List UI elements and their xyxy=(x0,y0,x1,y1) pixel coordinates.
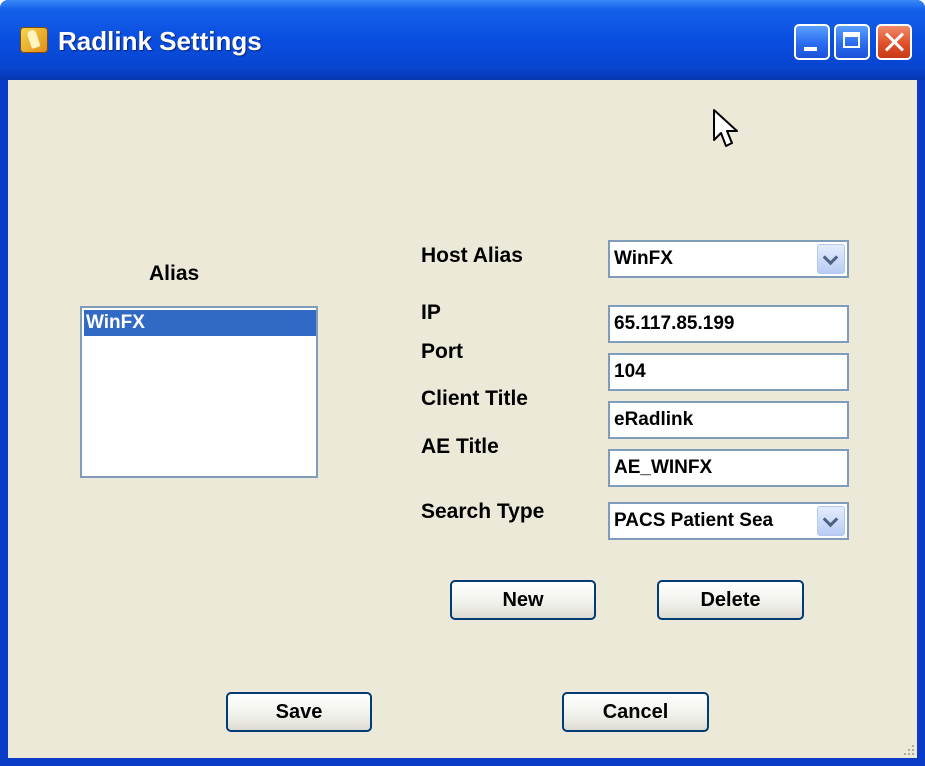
client-title-label: Client Title xyxy=(421,387,528,410)
port-field[interactable]: 104 xyxy=(608,353,849,391)
ip-field[interactable]: 65.117.85.199 xyxy=(608,305,849,343)
delete-button[interactable]: Delete xyxy=(657,580,804,620)
search-type-value: PACS Patient Sea xyxy=(614,510,774,531)
ae-title-field[interactable]: AE_WINFX xyxy=(608,449,849,487)
save-button[interactable]: Save xyxy=(226,692,372,732)
new-button[interactable]: New xyxy=(450,580,596,620)
chevron-down-icon[interactable] xyxy=(817,244,845,274)
close-button[interactable] xyxy=(876,24,912,60)
alias-list-item-selected[interactable]: WinFX xyxy=(84,310,316,336)
search-type-label: Search Type xyxy=(421,500,545,523)
maximize-button[interactable] xyxy=(834,24,870,60)
title-bar[interactable]: Radlink Settings xyxy=(0,0,925,80)
radlink-settings-window: Radlink Settings Alias WinFX Host Alias … xyxy=(0,0,925,766)
host-alias-value: WinFX xyxy=(614,248,673,269)
port-label: Port xyxy=(421,340,463,363)
minimize-button[interactable] xyxy=(794,24,830,60)
alias-label: Alias xyxy=(149,262,200,285)
alias-list[interactable]: WinFX xyxy=(80,306,318,478)
resize-grip-icon[interactable] xyxy=(901,742,915,756)
cancel-button[interactable]: Cancel xyxy=(562,692,709,732)
ip-label: IP xyxy=(421,301,441,324)
host-alias-label: Host Alias xyxy=(421,244,523,267)
client-title-field[interactable]: eRadlink xyxy=(608,401,849,439)
settings-panel: Alias WinFX Host Alias WinFX IP 65.117.8… xyxy=(8,80,917,758)
search-type-combo[interactable]: PACS Patient Sea xyxy=(608,502,849,540)
window-title: Radlink Settings xyxy=(58,26,262,56)
chevron-down-icon[interactable] xyxy=(817,506,845,536)
host-alias-combo[interactable]: WinFX xyxy=(608,240,849,278)
ae-title-label: AE Title xyxy=(421,435,499,458)
mouse-pointer-icon xyxy=(713,109,738,147)
radlink-hand-icon[interactable] xyxy=(20,27,48,53)
